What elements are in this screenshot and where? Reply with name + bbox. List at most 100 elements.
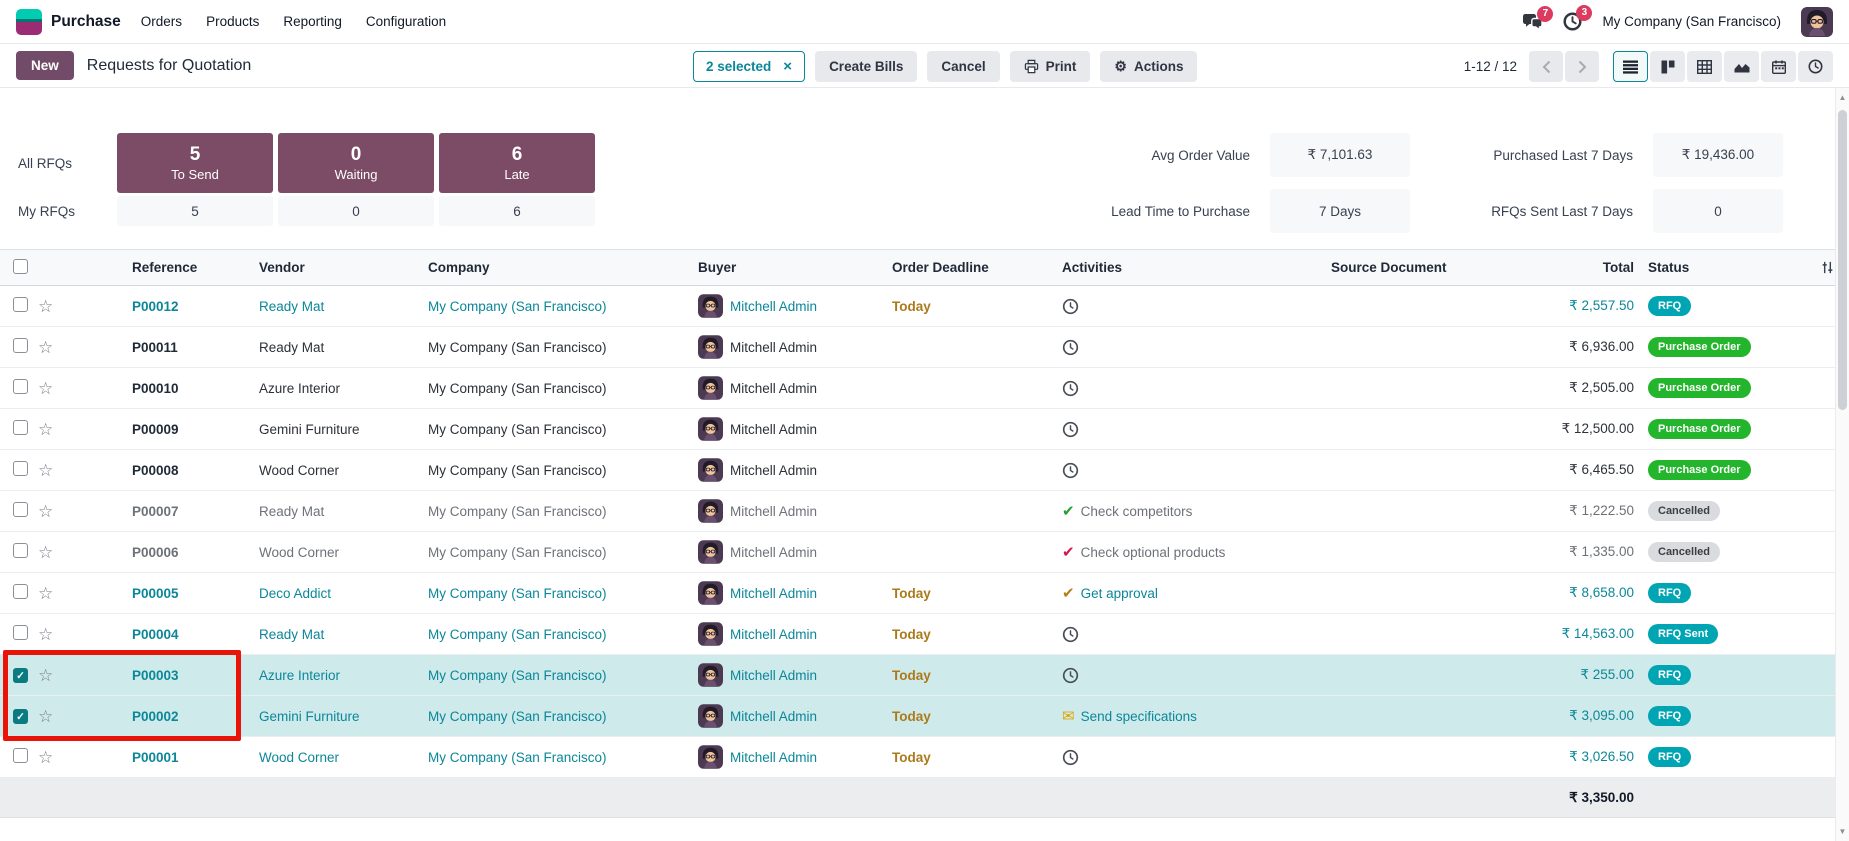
row-checkbox[interactable]: ✓ [13,709,28,724]
row-checkbox[interactable] [13,625,28,640]
row-activity[interactable] [1055,462,1325,479]
menu-products[interactable]: Products [206,14,259,29]
waiting-card[interactable]: 0 Waiting [278,133,434,193]
row-activity[interactable] [1055,298,1325,315]
vertical-scrollbar[interactable]: ▲ ▼ [1835,88,1849,841]
print-button[interactable]: Print [1010,51,1091,82]
late-card[interactable]: 6 Late [439,133,595,193]
column-activities[interactable]: Activities [1055,260,1325,275]
row-activity[interactable]: ✉ Send specifications [1055,709,1325,724]
row-activity[interactable]: ✔ Check optional products [1055,545,1325,560]
row-activity[interactable] [1055,626,1325,643]
activity-label[interactable]: Check optional products [1081,545,1226,560]
pager-previous-button[interactable] [1529,51,1563,82]
view-calendar-button[interactable] [1761,51,1796,82]
table-row[interactable]: ✓ ☆ P00003 Azure Interior My Company (Sa… [0,655,1835,696]
row-checkbox[interactable] [13,461,28,476]
view-graph-button[interactable] [1724,51,1759,82]
favorite-star-icon[interactable]: ☆ [38,421,70,438]
row-checkbox[interactable] [13,584,28,599]
column-buyer[interactable]: Buyer [690,260,885,275]
favorite-star-icon[interactable]: ☆ [38,585,70,602]
favorite-star-icon[interactable]: ☆ [38,380,70,397]
activity-clock-icon[interactable] [1062,626,1079,643]
messages-button[interactable]: 7 [1522,13,1543,31]
row-checkbox[interactable]: ✓ [13,668,28,683]
favorite-star-icon[interactable]: ☆ [38,667,70,684]
column-order-deadline[interactable]: Order Deadline [885,260,1055,275]
activity-clock-icon[interactable] [1062,667,1079,684]
activity-clock-icon[interactable] [1062,462,1079,479]
row-reference[interactable]: P00010 [70,381,245,396]
my-waiting-value[interactable]: 0 [278,196,434,226]
view-activity-button[interactable] [1798,51,1833,82]
table-row[interactable]: ☆ P00004 Ready Mat My Company (San Franc… [0,614,1835,655]
favorite-star-icon[interactable]: ☆ [38,503,70,520]
activity-state-icon[interactable]: ✉ [1062,709,1075,724]
row-reference[interactable]: P00008 [70,463,245,478]
actions-button[interactable]: ⚙ Actions [1100,51,1197,82]
avatar[interactable] [1801,7,1833,37]
table-row[interactable]: ✓ ☆ P00002 Gemini Furniture My Company (… [0,696,1835,737]
row-reference[interactable]: P00007 [70,504,245,519]
row-checkbox[interactable] [13,502,28,517]
favorite-star-icon[interactable]: ☆ [38,339,70,356]
cancel-button[interactable]: Cancel [927,51,999,82]
column-status[interactable]: Status [1640,260,1820,275]
favorite-star-icon[interactable]: ☆ [38,298,70,315]
row-reference[interactable]: P00012 [70,299,245,314]
table-row[interactable]: ☆ P00007 Ready Mat My Company (San Franc… [0,491,1835,532]
menu-reporting[interactable]: Reporting [283,14,342,29]
all-rfqs-label[interactable]: All RFQs [18,156,112,171]
row-checkbox[interactable] [13,420,28,435]
scrollbar-thumb[interactable] [1838,110,1847,410]
table-row[interactable]: ☆ P00012 Ready Mat My Company (San Franc… [0,286,1835,327]
row-reference[interactable]: P00003 [70,668,245,683]
column-reference[interactable]: Reference [70,260,245,275]
row-reference[interactable]: P00002 [70,709,245,724]
pager-next-button[interactable] [1565,51,1599,82]
row-reference[interactable]: P00004 [70,627,245,642]
view-pivot-button[interactable] [1687,51,1722,82]
activity-state-icon[interactable]: ✔ [1062,545,1075,560]
to-send-card[interactable]: 5 To Send [117,133,273,193]
table-row[interactable]: ☆ P00010 Azure Interior My Company (San … [0,368,1835,409]
activity-clock-icon[interactable] [1062,339,1079,356]
activity-label[interactable]: Check competitors [1081,504,1193,519]
favorite-star-icon[interactable]: ☆ [38,749,70,766]
column-vendor[interactable]: Vendor [245,260,420,275]
table-row[interactable]: ☆ P00001 Wood Corner My Company (San Fra… [0,737,1835,778]
row-reference[interactable]: P00005 [70,586,245,601]
menu-configuration[interactable]: Configuration [366,14,446,29]
activity-clock-icon[interactable] [1062,421,1079,438]
row-checkbox[interactable] [13,297,28,312]
favorite-star-icon[interactable]: ☆ [38,544,70,561]
create-bills-button[interactable]: Create Bills [815,51,917,82]
row-activity[interactable] [1055,749,1325,766]
select-all-checkbox[interactable] [13,259,28,274]
row-activity[interactable]: ✔ Check competitors [1055,504,1325,519]
table-row[interactable]: ☆ P00009 Gemini Furniture My Company (Sa… [0,409,1835,450]
scroll-up-icon[interactable]: ▲ [1836,93,1849,102]
favorite-star-icon[interactable]: ☆ [38,708,70,725]
activity-state-icon[interactable]: ✔ [1062,586,1075,601]
activities-button[interactable]: 3 [1563,12,1582,31]
new-button[interactable]: New [16,51,74,80]
activity-state-icon[interactable]: ✔ [1062,504,1075,519]
row-activity[interactable] [1055,421,1325,438]
pager-value[interactable]: 1-12 / 12 [1464,59,1517,74]
table-row[interactable]: ☆ P00005 Deco Addict My Company (San Fra… [0,573,1835,614]
table-row[interactable]: ☆ P00011 Ready Mat My Company (San Franc… [0,327,1835,368]
my-late-value[interactable]: 6 [439,196,595,226]
my-rfqs-label[interactable]: My RFQs [18,204,112,219]
row-checkbox[interactable] [13,379,28,394]
app-name[interactable]: Purchase [51,13,121,31]
column-source-document[interactable]: Source Document [1325,260,1450,275]
row-activity[interactable] [1055,339,1325,356]
row-activity[interactable] [1055,380,1325,397]
view-kanban-button[interactable] [1650,51,1685,82]
activity-clock-icon[interactable] [1062,380,1079,397]
activity-label[interactable]: Send specifications [1081,709,1197,724]
table-row[interactable]: ☆ P00006 Wood Corner My Company (San Fra… [0,532,1835,573]
row-reference[interactable]: P00011 [70,340,245,355]
